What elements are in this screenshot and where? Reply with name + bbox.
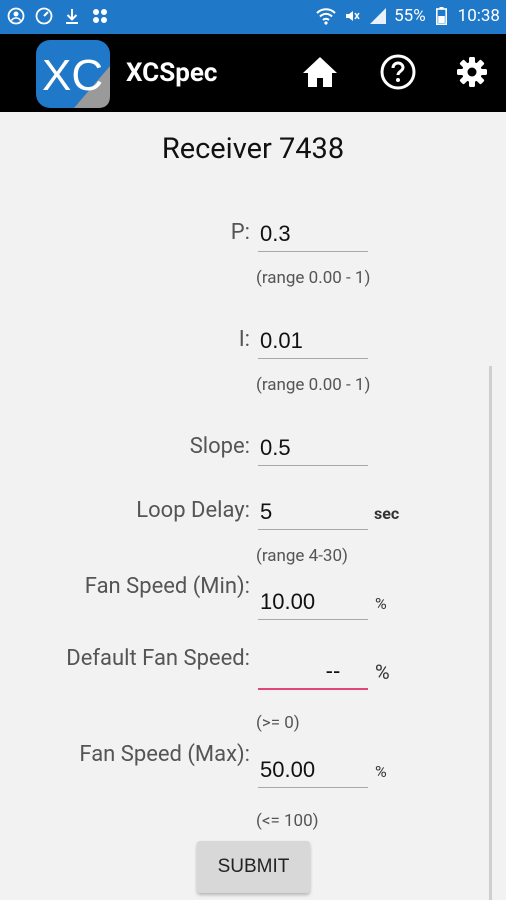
app-bar: XC XCSpec [0,34,506,112]
default-fan-speed-unit: % [375,660,390,684]
loop-delay-field-wrap [258,494,368,530]
help-icon [380,54,416,90]
loop-delay-unit: sec [374,504,400,523]
status-bar-notifications [6,6,110,26]
default-fan-speed-field-wrap [258,654,368,690]
p-field-wrap [258,216,368,252]
home-icon [303,57,337,87]
fan-speed-min-unit: % [375,594,387,613]
scrollbar[interactable] [489,366,492,900]
settings-button[interactable] [452,52,492,92]
fan-speed-min-field-wrap [258,584,368,620]
p-label: P: [230,220,250,245]
slope-input[interactable] [258,430,368,465]
fan-speed-max-input[interactable] [258,752,368,787]
p-range-hint: (range 0.00 - 1) [256,268,371,288]
default-fan-speed-hint: (>= 0) [256,713,300,733]
loop-delay-label: Loop Delay: [136,498,250,523]
i-label: I: [238,327,250,352]
slope-label: Slope: [189,434,250,459]
logo-text: XC [42,51,103,100]
fan-speed-min-label: Fan Speed (Min): [84,574,250,599]
battery-percent: 55% [394,6,426,26]
default-fan-speed-label: Default Fan Speed: [66,646,250,671]
fan-speed-min-input[interactable] [258,584,368,619]
fan-speed-max-label: Fan Speed (Max): [79,742,250,767]
account-circle-icon [6,6,26,26]
status-bar-system: 55% 10:38 [316,6,500,26]
i-range-hint: (range 0.00 - 1) [256,375,371,395]
receiver-settings-form: Receiver 7438 P: (range 0.00 - 1) I: (ra… [0,112,506,900]
battery-icon [432,6,452,26]
p-input[interactable] [258,216,368,251]
apps-grid-icon [90,6,110,26]
status-bar: 55% 10:38 [0,0,506,34]
speedometer-icon [34,6,54,26]
loop-delay-range-hint: (range 4-30) [256,546,348,566]
slope-field-wrap [258,430,368,466]
loop-delay-input[interactable] [258,494,368,529]
app-logo: XC [34,38,112,110]
i-field-wrap [258,323,368,359]
page-title: Receiver 7438 [161,132,345,166]
default-fan-speed-input[interactable] [258,654,368,688]
signal-icon [368,6,388,26]
download-icon [62,6,82,26]
fan-speed-max-unit: % [375,762,387,781]
app-title: XCSpec [126,58,218,88]
submit-button[interactable]: SUBMIT [197,841,310,893]
wifi-icon [316,6,336,26]
help-button[interactable] [378,52,418,92]
clock: 10:38 [457,6,500,26]
fan-speed-max-hint: (<= 100) [256,811,319,831]
home-button[interactable] [300,52,340,92]
fan-speed-max-field-wrap [258,752,368,788]
i-input[interactable] [258,323,368,358]
mute-icon [342,6,362,26]
gear-icon [457,57,487,87]
